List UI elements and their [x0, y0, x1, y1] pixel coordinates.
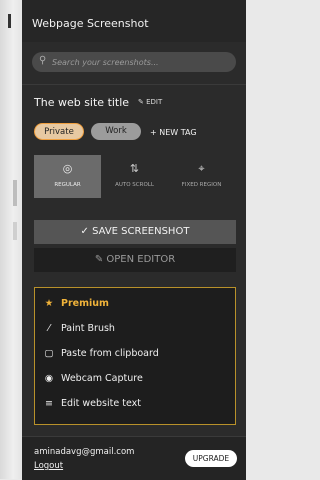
background-mark [13, 180, 17, 206]
extension-popup: Webpage Screenshot ⚲ The web site title … [22, 0, 246, 480]
premium-item-paint-brush[interactable]: ⁄ Paint Brush [43, 323, 115, 334]
edit-title-label: EDIT [146, 98, 163, 106]
background-mark [13, 222, 17, 240]
premium-item-edit-website-text[interactable]: ≡ Edit website text [43, 398, 141, 409]
background-mark [8, 14, 11, 28]
page-title: The web site title [34, 96, 130, 109]
webcam-icon: ◉ [44, 373, 54, 384]
tag-work[interactable]: Work [91, 123, 141, 140]
logout-link[interactable]: Logout [34, 461, 63, 471]
upgrade-button[interactable]: UPGRADE [185, 450, 237, 467]
brush-icon: ⁄ [48, 323, 50, 334]
star-icon: ★ [44, 298, 54, 309]
mode-auto-scroll[interactable]: ⇅ AUTO SCROLL [101, 155, 168, 198]
edit-title-link[interactable]: ✎ EDIT [138, 98, 162, 106]
tag-private[interactable]: Private [34, 123, 84, 140]
divider [22, 84, 246, 85]
mode-auto-scroll-label: AUTO SCROLL [115, 182, 154, 188]
premium-features-box: ★ Premium ⁄ Paint Brush ▢ Paste from clipbo… [34, 287, 236, 425]
premium-title: Premium [61, 298, 109, 309]
save-screenshot-label: SAVE SCREENSHOT [92, 226, 190, 237]
search-box[interactable]: ⚲ [32, 52, 236, 72]
premium-item-paste-clipboard[interactable]: ▢ Paste from clipboard [43, 348, 159, 359]
search-icon: ⚲ [39, 55, 47, 66]
crop-icon: ⌖ [198, 162, 205, 175]
premium-item-webcam-capture[interactable]: ◉ Webcam Capture [43, 373, 143, 384]
account-footer: aminadavg@gmail.com Logout UPGRADE [22, 436, 246, 480]
open-editor-label: OPEN EDITOR [106, 254, 176, 265]
mode-fixed-region[interactable]: ⌖ FIXED REGION [168, 155, 235, 198]
premium-item-label: Webcam Capture [61, 373, 143, 384]
check-icon: ✓ [80, 226, 93, 237]
target-icon: ◎ [62, 162, 73, 175]
text-lines-icon: ≡ [45, 398, 53, 409]
new-tag-button[interactable]: + NEW TAG [150, 128, 197, 137]
background-page [0, 0, 22, 479]
mode-fixed-region-label: FIXED REGION [181, 182, 222, 188]
pencil-icon: ✎ [138, 98, 147, 106]
premium-item-label: Edit website text [61, 398, 141, 409]
clipboard-icon: ▢ [44, 348, 54, 359]
popup-title: Webpage Screenshot [32, 17, 149, 30]
account-email: aminadavg@gmail.com [34, 447, 135, 457]
mode-regular[interactable]: ◎ REGULAR [34, 155, 101, 198]
search-input[interactable] [52, 55, 230, 69]
premium-item-label: Paste from clipboard [61, 348, 159, 359]
premium-item-label: Paint Brush [61, 323, 115, 334]
scroll-icon: ⇅ [129, 162, 140, 175]
premium-heading: ★ Premium [43, 298, 109, 309]
popup-header: Webpage Screenshot [22, 0, 246, 42]
capture-mode-selector: ◎ REGULAR ⇅ AUTO SCROLL ⌖ FIXED REGION [34, 155, 236, 198]
save-screenshot-button[interactable]: ✓ SAVE SCREENSHOT [34, 220, 236, 244]
open-editor-button[interactable]: ✎ OPEN EDITOR [34, 248, 236, 272]
pencil-icon: ✎ [94, 254, 107, 265]
mode-regular-label: REGULAR [54, 182, 81, 188]
